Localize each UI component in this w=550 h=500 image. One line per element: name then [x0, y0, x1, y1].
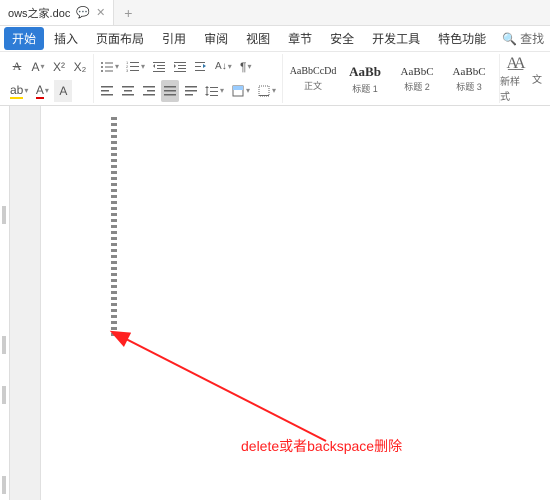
- style-label: 标题 1: [352, 82, 378, 95]
- style-preview: AaBbC: [401, 66, 434, 78]
- menu-features[interactable]: 特色功能: [430, 27, 494, 50]
- style-preview: AaBbCcDd: [290, 66, 337, 77]
- menu-insert[interactable]: 插入: [46, 27, 86, 50]
- menu-view[interactable]: 视图: [238, 27, 278, 50]
- more-group: 文: [528, 54, 546, 103]
- chat-icon[interactable]: 💬: [76, 6, 90, 19]
- style-heading3[interactable]: AaBbC 标题 3: [443, 54, 495, 104]
- style-preview: AaBb: [349, 64, 381, 80]
- bullets-button[interactable]: ▾: [98, 56, 121, 78]
- strikethrough-button[interactable]: A: [8, 56, 26, 78]
- font-color-button[interactable]: A▾: [33, 80, 51, 102]
- menu-references[interactable]: 引用: [154, 27, 194, 50]
- styles-gallery: AaBbCcDd 正文 AaBb 标题 1 AaBbC 标题 2 AaBbC 标…: [283, 54, 500, 103]
- indent-decrease-button[interactable]: [150, 56, 168, 78]
- search-icon: 🔍: [502, 32, 517, 46]
- subscript-button[interactable]: X₂: [71, 56, 89, 78]
- menu-sections[interactable]: 章节: [280, 27, 320, 50]
- style-label: 标题 2: [404, 80, 430, 93]
- font-group: A A▾ X² X₂ ab▾ A▾ A: [4, 54, 94, 103]
- style-normal[interactable]: AaBbCcDd 正文: [287, 54, 339, 104]
- menu-start[interactable]: 开始: [4, 27, 44, 50]
- style-label: 标题 3: [456, 80, 482, 93]
- menu-page-layout[interactable]: 页面布局: [88, 27, 152, 50]
- style-heading2[interactable]: AaBbC 标题 2: [391, 54, 443, 104]
- new-style-button[interactable]: A̲A̲ 新样式: [500, 54, 528, 103]
- font-effect-button[interactable]: A▾: [29, 56, 47, 78]
- panel-handle[interactable]: [2, 386, 6, 404]
- toolbar: A A▾ X² X₂ ab▾ A▾ A ▾ 123▾: [0, 52, 550, 106]
- svg-text:3: 3: [126, 68, 129, 73]
- paragraph-group: ▾ 123▾ A↓▾ ¶▾: [94, 54, 283, 103]
- menu-dev-tools[interactable]: 开发工具: [364, 27, 428, 50]
- new-style-label: 新样式: [500, 73, 528, 103]
- borders-button[interactable]: ▾: [255, 80, 278, 102]
- side-panel: [0, 106, 10, 500]
- panel-handle[interactable]: [2, 476, 6, 494]
- new-tab-button[interactable]: +: [114, 5, 142, 21]
- sort-button[interactable]: A↓▾: [213, 56, 234, 78]
- show-marks-button[interactable]: ¶▾: [237, 56, 255, 78]
- close-icon[interactable]: ✕: [96, 6, 105, 19]
- tab-title: ows之家.doc: [8, 5, 70, 21]
- align-justify-button[interactable]: [161, 80, 179, 102]
- style-label: 正文: [304, 79, 322, 92]
- search-label: 查找: [520, 30, 544, 47]
- align-right-button[interactable]: [140, 80, 158, 102]
- style-preview: AaBbC: [453, 66, 486, 78]
- highlight-button[interactable]: ab▾: [8, 80, 30, 102]
- search-group[interactable]: 🔍 查找: [502, 30, 544, 47]
- align-center-button[interactable]: [119, 80, 137, 102]
- tab-bar: ows之家.doc 💬 ✕ +: [0, 0, 550, 26]
- line-spacing-button[interactable]: ▾: [203, 80, 226, 102]
- document-area[interactable]: delete或者backspace删除: [40, 106, 550, 500]
- char-shading-button[interactable]: A: [54, 80, 72, 102]
- align-left-button[interactable]: [98, 80, 116, 102]
- document-tab[interactable]: ows之家.doc 💬 ✕: [0, 0, 114, 25]
- panel-handle[interactable]: [2, 336, 6, 354]
- menu-review[interactable]: 审阅: [196, 27, 236, 50]
- annotation-text: delete或者backspace删除: [241, 436, 402, 456]
- indent-increase-button[interactable]: [171, 56, 189, 78]
- new-style-icon: A̲A̲: [506, 55, 521, 73]
- superscript-button[interactable]: X²: [50, 56, 68, 78]
- shading-button[interactable]: ▾: [229, 80, 252, 102]
- tab-button[interactable]: [192, 56, 210, 78]
- workspace: delete或者backspace删除: [0, 106, 550, 500]
- numbering-button[interactable]: 123▾: [124, 56, 147, 78]
- menu-security[interactable]: 安全: [322, 27, 362, 50]
- panel-handle[interactable]: [2, 206, 6, 224]
- align-distribute-button[interactable]: [182, 80, 200, 102]
- page-break-indicator: [111, 116, 117, 336]
- menu-bar: 开始 插入 页面布局 引用 审阅 视图 章节 安全 开发工具 特色功能 🔍 查找: [0, 26, 550, 52]
- style-heading1[interactable]: AaBb 标题 1: [339, 54, 391, 104]
